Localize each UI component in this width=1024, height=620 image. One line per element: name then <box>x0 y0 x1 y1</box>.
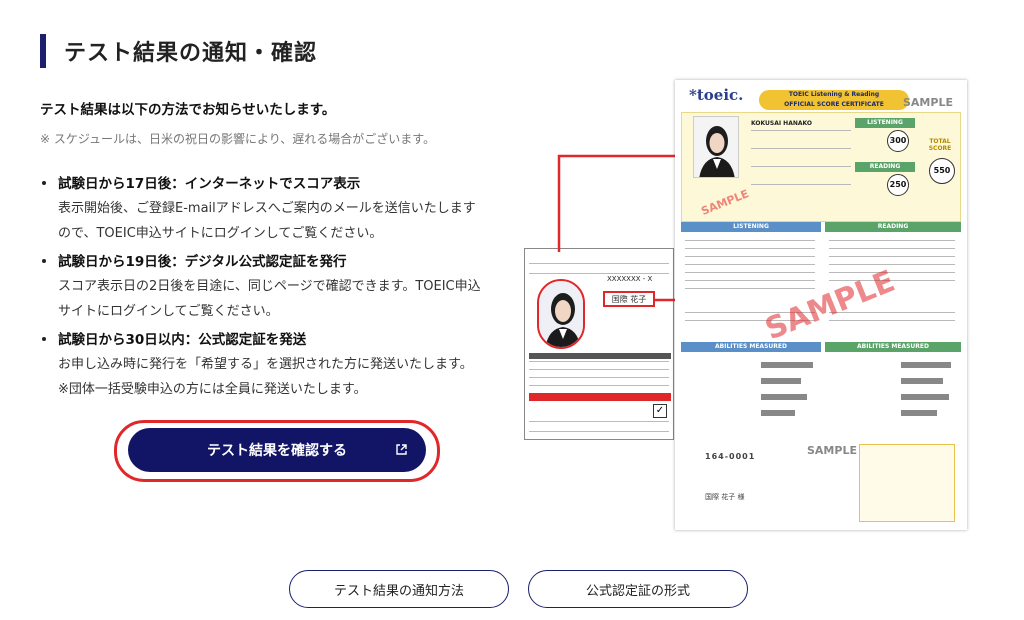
step-description-line: ※団体一括受験申込の方には全員に発送いたします。 <box>58 382 367 397</box>
abilities-head: ABILITIES MEASURED <box>681 342 821 352</box>
bullet-icon <box>42 337 46 341</box>
bullet-icon <box>42 181 46 185</box>
step-title: 試験日から19日後：デジタル公式認定証を発行 <box>58 254 347 270</box>
notification-method-link[interactable]: テスト結果の通知方法 <box>289 570 509 608</box>
check-results-button[interactable]: テスト結果を確認する <box>128 428 426 472</box>
notification-method-label: テスト結果の通知方法 <box>333 583 464 599</box>
step-item: 試験日から19日後：デジタル公式認定証を発行 スコア表示日の2日後を目途に、同じ… <box>40 250 520 324</box>
total-score-head: TOTAL SCORE <box>928 138 952 152</box>
certificate-banner: TOEIC Listening & Reading OFFICIAL SCORE… <box>759 90 909 110</box>
step-title: 試験日から30日以内：公式認定証を発送 <box>58 332 307 348</box>
listening-score: 300 <box>887 130 909 152</box>
step-description-line: ので、TOEIC申込サイトにログインしてご覧ください。 <box>58 226 383 241</box>
notification-steps-list: 試験日から17日後：インターネットでスコア表示 表示開始後、ご登録E-mailア… <box>40 172 520 406</box>
bullet-icon <box>42 259 46 263</box>
section-heading: テスト結果の通知・確認 <box>40 34 317 68</box>
check-results-label: テスト結果を確認する <box>207 443 347 459</box>
step-description-line: サイトにログインしてご覧ください。 <box>58 304 279 319</box>
step-description-line: お申し込み時に発行を「希望する」を選択された方に発送いたします。 <box>58 357 473 372</box>
step-item: 試験日から17日後：インターネットでスコア表示 表示開始後、ご登録E-mailア… <box>40 172 520 246</box>
certificate-photo <box>693 116 739 178</box>
step-description-line: スコア表示日の2日後を目途に、同じページで確認できます。TOEIC申込 <box>58 279 481 294</box>
schedule-note: ※ スケジュールは、日米の祝日の影響により、遅れる場合がございます。 <box>40 132 436 146</box>
heading-accent-bar <box>40 34 46 68</box>
toeic-logo: *toeic. <box>689 86 744 104</box>
listening-score-head: LISTENING <box>855 118 915 128</box>
reading-column: READING ABILITIES MEASURED <box>825 222 965 432</box>
total-score: 550 <box>929 158 955 184</box>
red-arrow-graphic <box>557 151 690 302</box>
certificate-notes-box <box>859 444 955 522</box>
postal-code: 164-0001 <box>705 452 756 461</box>
certificate-format-link[interactable]: 公式認定証の形式 <box>528 570 748 608</box>
sample-watermark: SAMPLE <box>903 96 953 109</box>
mailing-address: 164-0001 国際 花子 様 <box>705 452 755 502</box>
certificate-format-label: 公式認定証の形式 <box>585 583 690 599</box>
intro-block: テスト結果は以下の方法でお知らせいたします。 ※ スケジュールは、日米の祝日の影… <box>40 98 520 147</box>
section-title: テスト結果の通知・確認 <box>64 41 318 66</box>
step-item: 試験日から30日以内：公式認定証を発送 お申し込み時に発行を「希望する」を選択さ… <box>40 328 520 402</box>
address-name: 国際 花子 様 <box>705 493 745 501</box>
listening-column-head: LISTENING <box>681 222 821 232</box>
certificate-banner-line: OFFICIAL SCORE CERTIFICATE <box>784 101 884 108</box>
certificate-name: KOKUSAI HANAKO <box>751 120 812 127</box>
sample-watermark: SAMPLE <box>807 444 857 457</box>
intro-lead: テスト結果は以下の方法でお知らせいたします。 <box>40 102 336 118</box>
external-link-icon <box>396 444 407 455</box>
reading-column-head: READING <box>825 222 961 232</box>
step-description-line: 表示開始後、ご登録E-mailアドレスへご案内のメールを送信いたします <box>58 201 476 216</box>
check-mark-icon: ✓ <box>653 404 667 418</box>
reading-score: 250 <box>887 174 909 196</box>
abilities-head: ABILITIES MEASURED <box>825 342 961 352</box>
certificate-banner-line: TOEIC Listening & Reading <box>788 91 880 98</box>
reading-score-head: READING <box>855 162 915 172</box>
step-title: 試験日から17日後：インターネットでスコア表示 <box>58 176 361 192</box>
